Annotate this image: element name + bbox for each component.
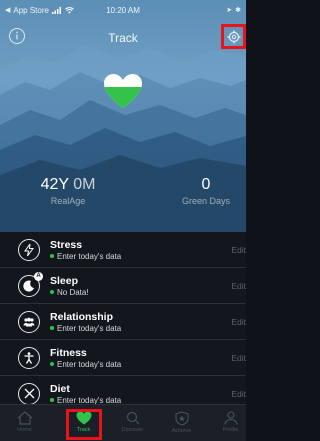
tracking-list: Stress Enter today's data Edit A Sleep N… [0,232,246,412]
status-bar: ◀ App Store 10:20 AM ➤ ✱ [0,0,246,20]
tab-label: Discover [121,427,144,433]
sleep-badge: A [34,271,43,281]
bolt-icon [18,238,40,261]
row-title: Relationship [50,310,114,323]
edit-button[interactable]: Edit [231,353,246,363]
edit-button[interactable]: Edit [231,389,246,399]
row-title: Sleep [50,274,79,287]
realage-months: 0M [73,176,96,193]
tab-label: Achieve [171,428,192,434]
tab-label: Profile [222,427,239,433]
tab-achieve[interactable]: Achieve [157,405,206,441]
person-icon [223,411,238,425]
row-subtitle: Enter today's data [50,252,121,261]
green-days-label: Green Days [181,196,231,206]
search-icon [126,411,139,425]
health-heart-indicator [103,73,143,110]
list-item-relationship[interactable]: Relationship Enter today's data Edit [0,304,246,340]
edit-button[interactable]: Edit [231,317,246,327]
status-dot [50,254,54,258]
fork-knife-icon [18,382,40,405]
badge-icon [174,411,189,426]
heart-icon [104,74,142,108]
tab-profile[interactable]: Profile [206,405,255,441]
nav-bar: Track [0,24,246,50]
realage-years: 42Y [40,176,69,193]
moon-icon: A [18,271,43,297]
tab-discover[interactable]: Discover [108,405,157,441]
row-subtitle: No Data! [50,288,89,297]
row-title: Fitness [50,346,87,359]
status-dot [50,398,54,402]
track-tab-highlight [66,409,102,440]
list-item-sleep[interactable]: A Sleep No Data! Edit [0,268,246,304]
edit-button[interactable]: Edit [231,245,246,255]
status-dot [50,326,54,330]
status-dot [50,290,54,294]
edit-button[interactable]: Edit [231,281,246,291]
figure-icon [18,346,40,369]
tab-bar: Home Track Discover Achieve Profile [0,404,246,441]
home-icon [17,411,32,425]
list-item-fitness[interactable]: Fitness Enter today's data Edit [0,340,246,376]
realage-label: RealAge [50,196,86,206]
status-time: 10:20 AM [106,5,140,15]
list-item-stress[interactable]: Stress Enter today's data Edit [0,232,246,268]
status-dot [50,362,54,366]
row-subtitle: Enter today's data [50,360,121,369]
realage-stat[interactable]: 42Y 0M RealAge [28,176,108,206]
row-subtitle: Enter today's data [50,324,121,333]
realage-value: 42Y 0M [28,176,108,194]
page-title: Track [108,31,138,45]
people-icon [18,310,40,333]
green-days-value: 0 [201,176,211,193]
gear-icon [227,30,240,43]
row-title: Diet [50,382,70,395]
row-title: Stress [50,238,83,251]
tab-home[interactable]: Home [0,405,49,441]
green-days-stat[interactable]: 0 Green Days [166,176,246,206]
hero-background: ◀ App Store 10:20 AM ➤ ✱ Track 42Y 0M Re… [0,0,246,232]
settings-button[interactable] [221,24,246,49]
tab-label: Home [17,427,32,433]
